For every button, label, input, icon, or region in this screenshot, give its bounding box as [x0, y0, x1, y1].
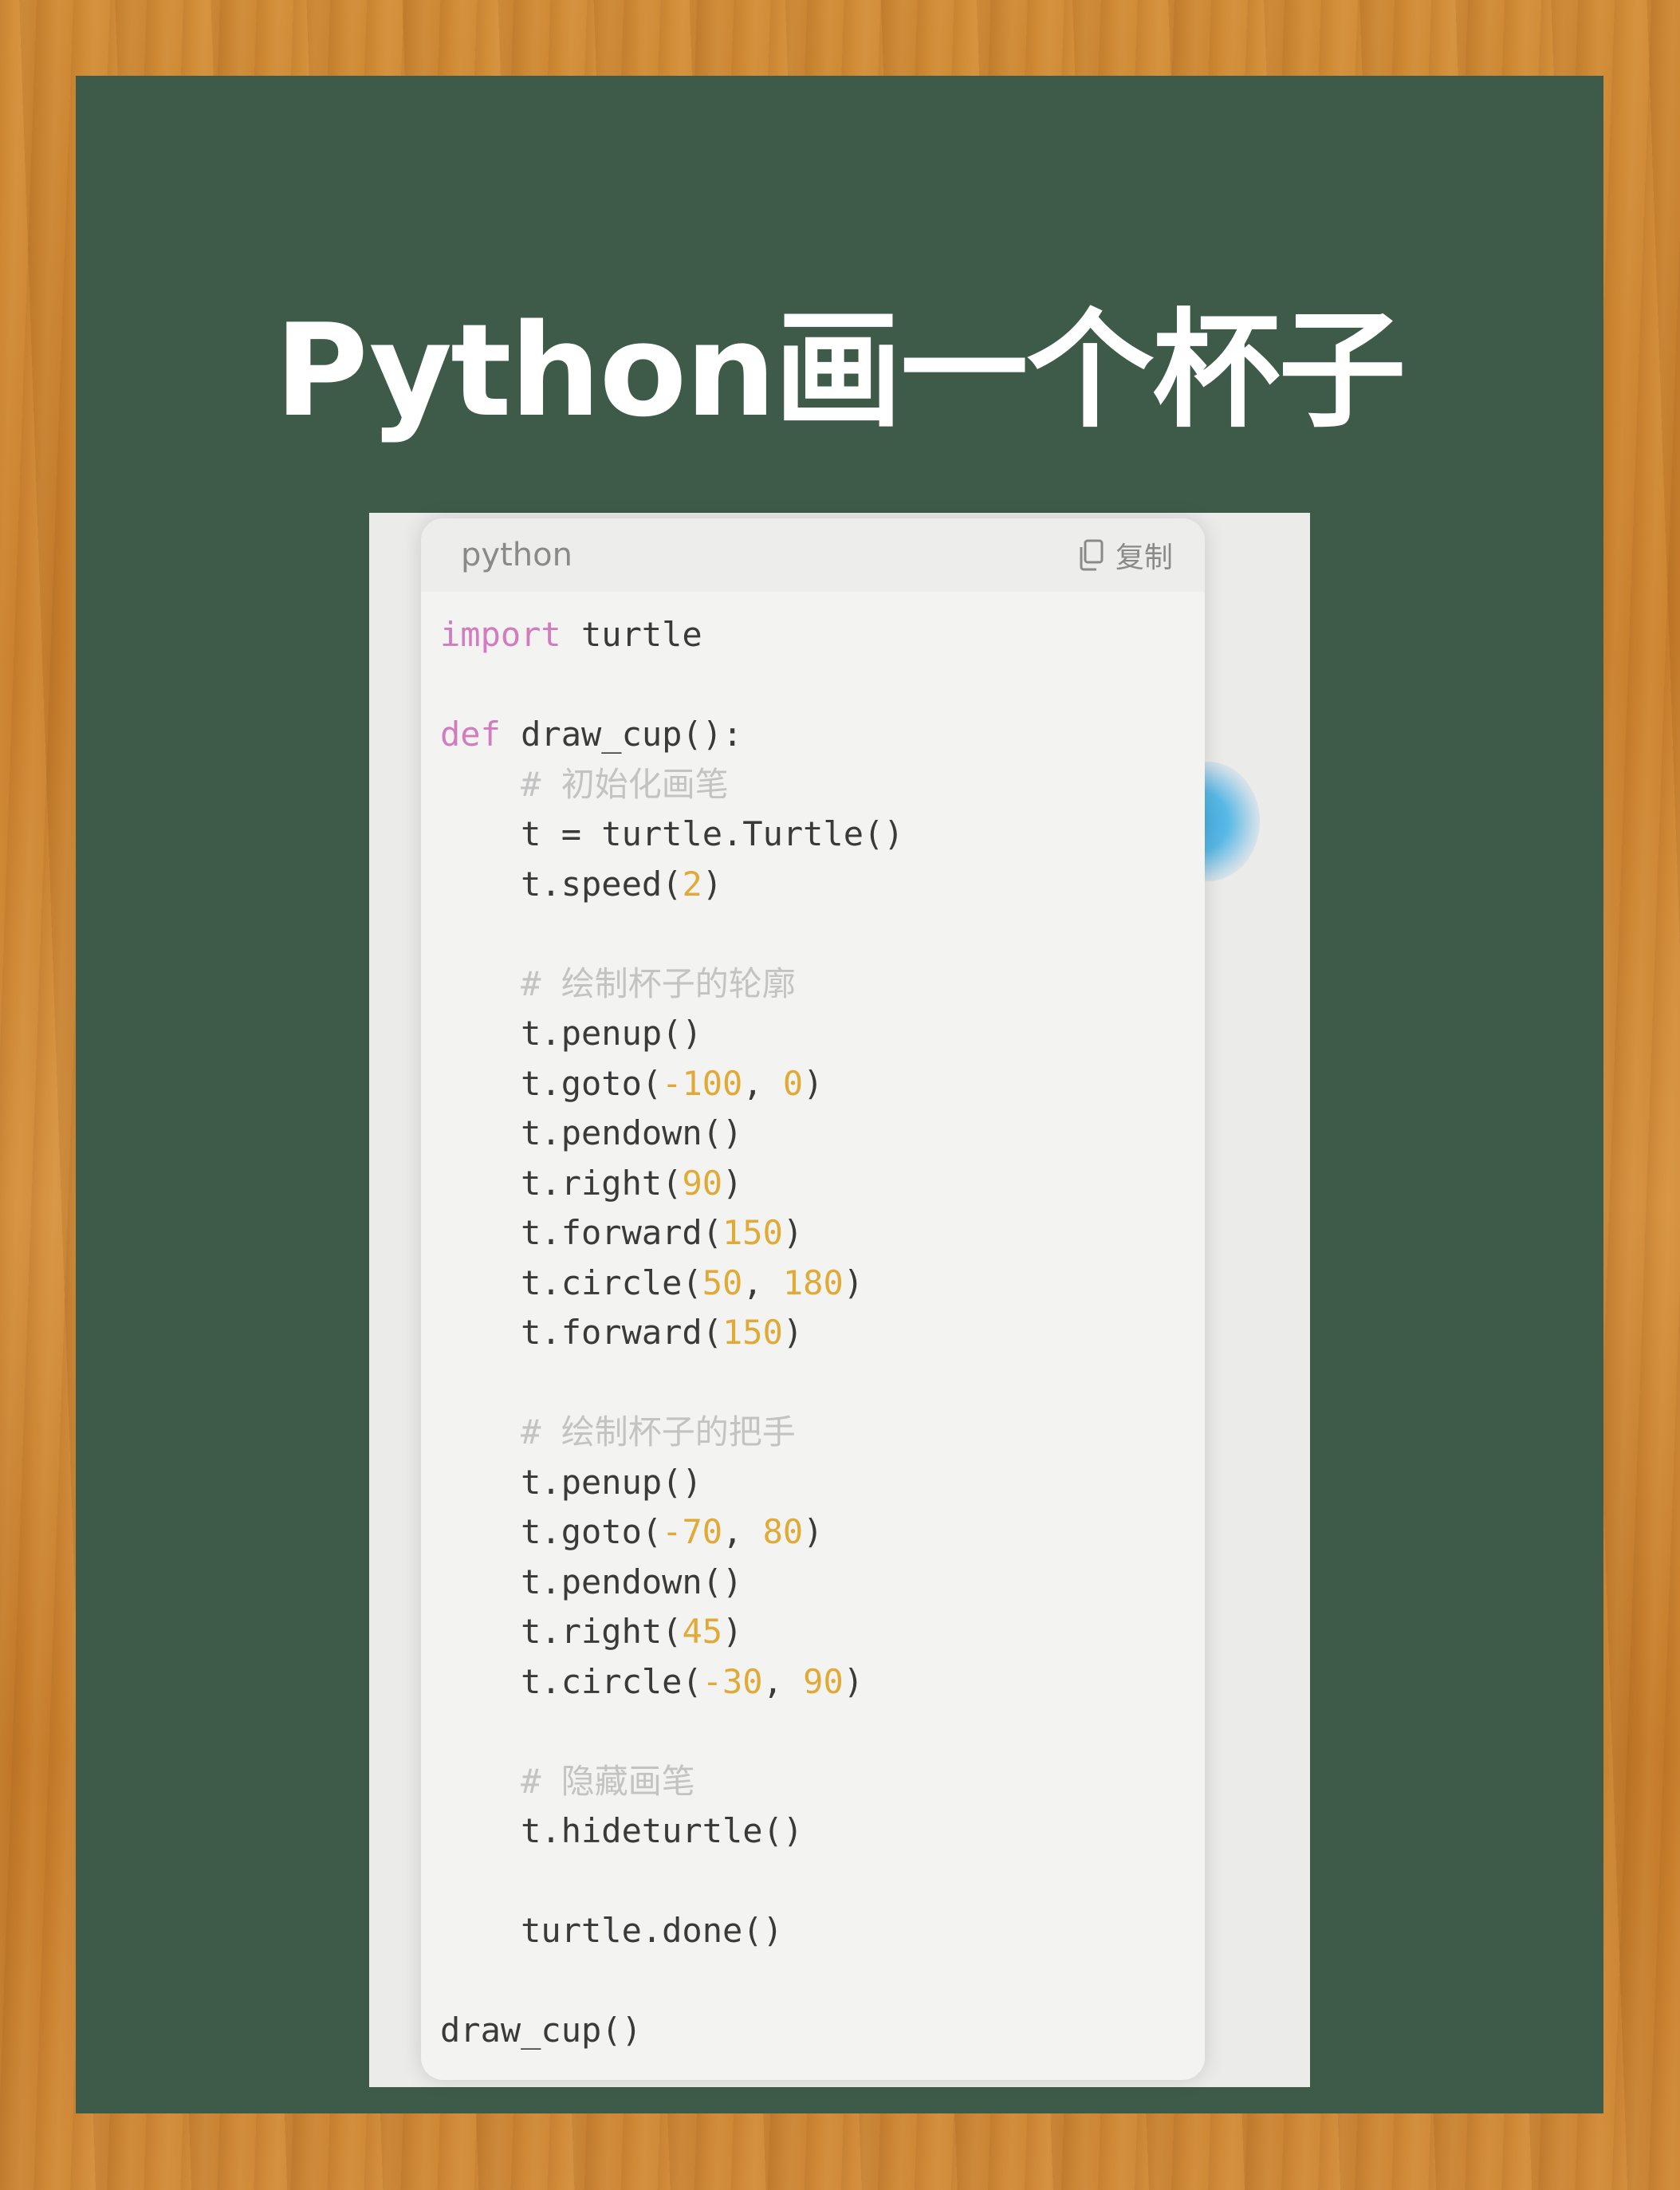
code-text: t.goto(	[440, 1512, 663, 1551]
code-text: )	[722, 1163, 743, 1203]
code-text: ,	[742, 1262, 783, 1302]
code-text: t.right(	[440, 1612, 683, 1651]
code-text: t.circle(	[440, 1262, 702, 1302]
code-text: ,	[722, 1512, 763, 1551]
code-text: )	[843, 1661, 864, 1701]
code-line: t.circle(-30, 90)	[440, 1657, 1197, 1707]
code-line: # 初始化画笔	[440, 760, 1197, 810]
code-number: 150	[722, 1213, 783, 1252]
code-number: 0	[782, 1063, 804, 1103]
code-number: -70	[662, 1512, 723, 1551]
code-line: import turtle	[440, 610, 1197, 660]
code-number: 50	[702, 1262, 743, 1302]
code-text: t.hideturtle()	[440, 1811, 804, 1850]
code-keyword: def	[440, 715, 501, 754]
code-line: t.forward(150)	[440, 1208, 1197, 1258]
code-number: 90	[803, 1661, 844, 1701]
code-content: import turtle def draw_cup(): # 初始化画笔 t …	[440, 610, 1197, 2056]
code-number: 80	[762, 1512, 804, 1551]
code-line: t.goto(-100, 0)	[440, 1059, 1197, 1109]
code-line: t.pendown()	[440, 1109, 1197, 1159]
code-text: turtle.done()	[440, 1911, 783, 1950]
code-line: turtle.done()	[440, 1906, 1197, 1956]
code-text: )	[803, 1512, 824, 1551]
code-line: t.pendown()	[440, 1558, 1197, 1608]
code-number: 90	[682, 1163, 723, 1203]
copy-label: 复制	[1115, 542, 1173, 574]
code-comment: # 绘制杯子的把手	[521, 1412, 796, 1451]
code-text: t = turtle.Turtle()	[440, 814, 904, 853]
code-number: -30	[702, 1661, 763, 1701]
code-text: draw_cup()	[440, 2011, 642, 2050]
code-line: # 绘制杯子的把手	[440, 1408, 1197, 1458]
copy-button[interactable]: 复制	[1077, 533, 1173, 577]
code-text: t.circle(	[440, 1661, 702, 1701]
code-text: )	[702, 864, 723, 904]
code-text: t.forward(	[440, 1313, 723, 1352]
code-line: t.goto(-70, 80)	[440, 1507, 1197, 1558]
code-text: ,	[762, 1661, 804, 1701]
code-text: t.penup()	[440, 1014, 702, 1053]
code-text: t.right(	[440, 1163, 683, 1203]
code-line: def draw_cup():	[440, 710, 1197, 760]
code-text: turtle	[561, 615, 702, 654]
code-text: )	[843, 1262, 864, 1302]
code-number: -100	[662, 1063, 743, 1103]
code-number: 45	[682, 1612, 723, 1651]
code-comment: # 绘制杯子的轮廓	[521, 963, 796, 1003]
code-number: 180	[782, 1262, 844, 1302]
code-line: t.right(45)	[440, 1607, 1197, 1657]
code-text: draw_cup():	[500, 715, 743, 754]
code-line: draw_cup()	[440, 2006, 1197, 2056]
code-block: python 复制 import turtle def draw_cup(): …	[421, 518, 1205, 2080]
code-line: # 绘制杯子的轮廓	[440, 959, 1197, 1010]
code-text: )	[782, 1213, 804, 1252]
code-line: t.speed(2)	[440, 860, 1197, 910]
code-line: t.circle(50, 180)	[440, 1258, 1197, 1309]
code-text: )	[803, 1063, 824, 1103]
code-line: t.penup()	[440, 1458, 1197, 1508]
code-text: )	[782, 1313, 804, 1352]
code-comment: # 隐藏画笔	[521, 1761, 695, 1801]
code-comment: # 初始化画笔	[521, 764, 729, 804]
code-number: 150	[722, 1313, 783, 1352]
code-line: t.right(90)	[440, 1159, 1197, 1209]
code-text: )	[722, 1612, 743, 1651]
code-text: t.speed(	[440, 864, 683, 904]
code-keyword: import	[440, 615, 561, 654]
copy-icon	[1077, 539, 1104, 571]
code-line: t.hideturtle()	[440, 1806, 1197, 1857]
code-line: # 隐藏画笔	[440, 1757, 1197, 1807]
code-line: t = turtle.Turtle()	[440, 809, 1197, 860]
code-block-header: python 复制	[421, 518, 1205, 592]
code-language-label: python	[461, 537, 572, 573]
code-line: t.forward(150)	[440, 1308, 1197, 1358]
code-text: t.pendown()	[440, 1562, 743, 1601]
code-text: t.penup()	[440, 1462, 702, 1502]
code-text: t.goto(	[440, 1063, 663, 1103]
code-number: 2	[682, 864, 702, 904]
code-text: ,	[742, 1063, 783, 1103]
code-text: t.forward(	[440, 1213, 723, 1252]
code-text: t.pendown()	[440, 1113, 743, 1152]
page-title: Python画一个杯子	[274, 296, 1407, 445]
code-line: t.penup()	[440, 1009, 1197, 1059]
